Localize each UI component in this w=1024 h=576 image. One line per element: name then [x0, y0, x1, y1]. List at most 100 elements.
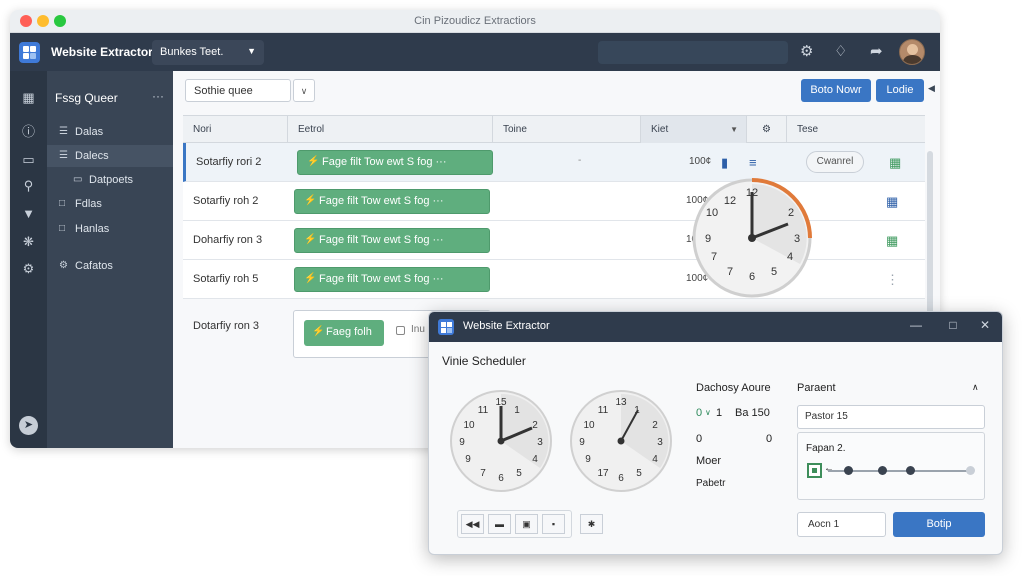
column-header-kind[interactable]: Kiet ▼ — [641, 116, 747, 143]
sidebar-item-dalas[interactable]: ☰ Dalas — [47, 121, 173, 143]
bell-icon[interactable]: ♢ — [834, 43, 847, 60]
svg-text:6: 6 — [498, 473, 504, 484]
sidebar-item-dalecs[interactable]: ☰ Dalecs — [47, 145, 173, 167]
row-action-button[interactable]: ⚡ Fage filt Tow ewt S fog ··· — [294, 228, 490, 253]
timeline-node[interactable] — [878, 466, 887, 475]
chevron-down-icon[interactable]: ∨ — [293, 79, 315, 102]
search-icon[interactable]: ⚲ — [20, 177, 37, 194]
file-icon: □ — [59, 223, 66, 234]
row-action-button[interactable]: ⚡ Fage filt Tow ewt S fog ··· — [297, 150, 493, 175]
row-action-label: Fage filt Tow ewt S fog ··· — [319, 234, 444, 246]
row-name: Doharfiy ron 3 — [193, 234, 263, 246]
timeline-label: Fapan 2. — [806, 443, 846, 454]
sidebar-item-hanlas[interactable]: □ Hanlas — [47, 218, 173, 240]
expanded-action-button[interactable]: ⚡ Faeg folh — [304, 320, 384, 346]
queue-select[interactable]: Sothie quee — [185, 79, 291, 102]
more-icon[interactable]: ··· — [152, 89, 164, 103]
clock-icon[interactable]: 1511 1 10 29 39 4 765 — [448, 388, 554, 494]
ok-button[interactable]: Botip — [893, 512, 985, 537]
puzzle-icon[interactable]: ▦ — [886, 233, 898, 249]
settings-icon[interactable]: ⚙ — [800, 43, 813, 60]
project-select-value: Bunkes Teet. — [160, 46, 224, 58]
row-name: Sotarfiy rori 2 — [196, 156, 262, 168]
help-icon[interactable]: ➤ — [19, 416, 38, 435]
asterisk-icon[interactable]: ✱ — [580, 514, 603, 534]
sidebar-item-datpoets[interactable]: ▭ Datpoets — [47, 169, 173, 191]
expanded-checkbox[interactable] — [396, 326, 405, 335]
duration-label: Dachosy Aoure — [696, 382, 771, 394]
timeline-node[interactable] — [906, 466, 915, 475]
svg-text:7: 7 — [727, 266, 733, 278]
maximize-icon[interactable]: □ — [944, 318, 962, 332]
svg-text:6: 6 — [749, 271, 755, 283]
avatar[interactable] — [899, 39, 925, 65]
column-header-name[interactable]: Nori — [183, 116, 288, 143]
info-icon[interactable]: ⓘ — [20, 123, 37, 140]
column-header-kind-label: Kiet — [651, 124, 669, 135]
svg-text:3: 3 — [657, 437, 663, 448]
sidebar-item-fdlas[interactable]: □ Fdlas — [47, 193, 173, 215]
filter-icon[interactable]: ▼ — [20, 205, 37, 222]
row-time: - — [578, 155, 582, 166]
row-action-label: Fage filt Tow ewt S fog ··· — [319, 195, 444, 207]
clock-icon[interactable]: 13111 1029 394 1765 — [568, 388, 674, 494]
search-input[interactable] — [598, 41, 788, 64]
close-icon[interactable]: ✕ — [976, 318, 994, 332]
puzzle-icon[interactable]: ❋ — [20, 233, 37, 250]
edit-button[interactable]: Lodie — [876, 79, 924, 102]
stop-icon[interactable]: ▪ — [542, 514, 565, 534]
expanded-text: Inu — [411, 324, 425, 335]
window-title: Cin Pizoudicz Extractiors — [414, 15, 536, 27]
row-action-label: Fage filt Tow ewt S fog ··· — [319, 273, 444, 285]
row-name: Dotarfiy ron 3 — [193, 320, 260, 332]
app-name: Website Extractor — [51, 45, 153, 59]
chart-icon[interactable]: ▦ — [886, 194, 898, 210]
timeline-node[interactable] — [966, 466, 975, 475]
gear-icon[interactable]: ⚙ — [747, 116, 787, 143]
dots-icon[interactable]: ⋮ — [886, 272, 899, 288]
svg-text:5: 5 — [636, 468, 642, 479]
row-action-button[interactable]: ⚡ Fage filt Tow ewt S fog ··· — [294, 267, 490, 292]
svg-text:4: 4 — [652, 454, 658, 465]
folder-icon[interactable]: ▮ — [721, 155, 728, 171]
collapse-panel-icon[interactable]: ◀ — [928, 83, 935, 94]
project-select[interactable]: Bunkes Teet. ▼ — [152, 40, 264, 65]
list-icon: ☰ — [59, 126, 68, 137]
chevron-up-icon[interactable]: ∧ — [972, 382, 979, 393]
duration-value-a[interactable]: 0 — [696, 407, 702, 419]
run-now-button[interactable]: Boto Nowr — [801, 79, 871, 102]
list-icon[interactable]: ▬ — [488, 514, 511, 534]
grid-icon[interactable]: ▦ — [20, 89, 37, 106]
column-header-control[interactable]: Eetrol — [288, 116, 493, 143]
sidebar-item-label: Datpoets — [89, 174, 134, 186]
svg-text:9: 9 — [585, 454, 591, 465]
sidebar-item-label: Hanlas — [75, 223, 110, 235]
app-topbar: Website Extractor Bunkes Teet. ▼ ⚙ ♢ ➦ — [10, 33, 940, 71]
timeline-node[interactable] — [844, 466, 853, 475]
row-action-label: Fage filt Tow ewt S fog ··· — [322, 156, 447, 168]
parameter-input[interactable]: Pastor 15 — [797, 405, 985, 429]
sidebar-item-cafatos[interactable]: ⚙ Cafatos — [47, 255, 173, 277]
dialog-titlebar: Website Extractor — □ ✕ — [429, 312, 1002, 342]
share-icon[interactable]: ➦ — [870, 43, 883, 60]
rewind-icon[interactable]: ◀◀ — [461, 514, 484, 534]
gear-icon[interactable]: ⚙ — [20, 260, 37, 277]
save-icon[interactable]: ▣ — [515, 514, 538, 534]
row-action-button[interactable]: ⚡ Fage filt Tow ewt S fog ··· — [294, 189, 490, 214]
folder-icon[interactable]: ▭ — [20, 151, 37, 168]
dialog-title: Website Extractor — [463, 320, 550, 332]
svg-text:2: 2 — [532, 420, 538, 431]
sidebar-item-label: Dalecs — [75, 150, 109, 162]
cancel-chip[interactable]: Cwanrel — [806, 151, 864, 173]
minimize-icon[interactable]: — — [907, 318, 925, 332]
chevron-down-icon[interactable]: ∨ — [705, 408, 711, 417]
svg-text:11: 11 — [598, 405, 609, 416]
svg-text:7: 7 — [480, 468, 486, 479]
column-header-time[interactable]: Toine — [493, 116, 641, 143]
scheduler-dialog: Website Extractor — □ ✕ Vinie Scheduler … — [428, 311, 1003, 555]
column-header-test[interactable]: Tese — [787, 116, 925, 143]
timeline-checkbox[interactable] — [807, 463, 822, 478]
stack-icon[interactable]: ≡ — [749, 155, 757, 170]
puzzle-icon[interactable]: ▦ — [889, 155, 901, 171]
cancel-button[interactable]: Aocn 1 — [797, 512, 886, 537]
